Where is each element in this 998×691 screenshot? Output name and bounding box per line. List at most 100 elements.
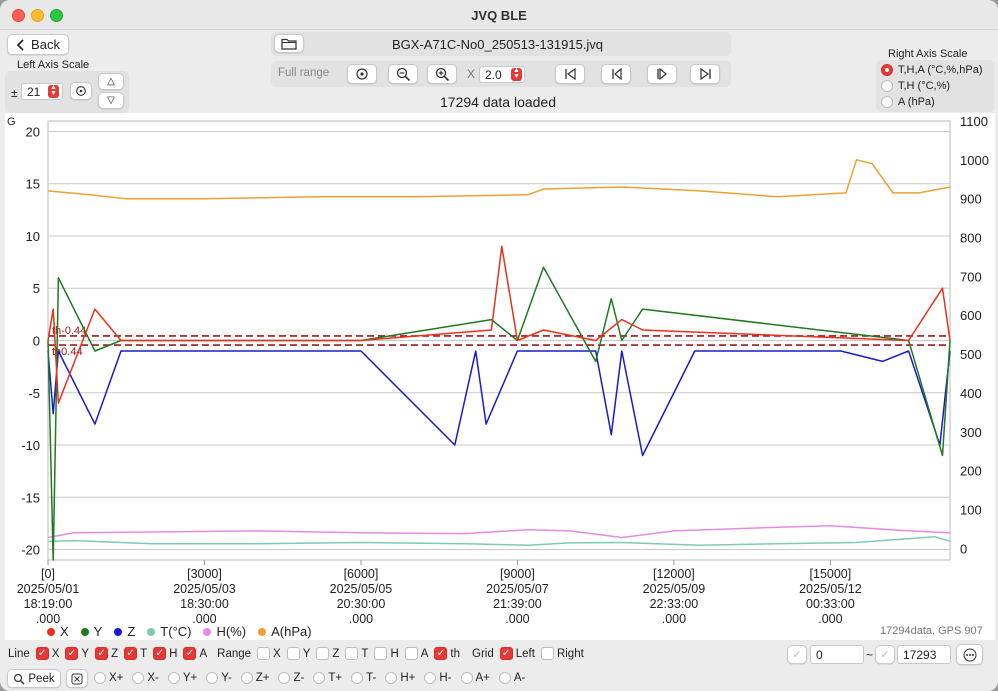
legend-label: A(hPa): [271, 624, 312, 639]
checkbox-right[interactable]: [540, 647, 554, 660]
step-forward-icon: [656, 68, 667, 80]
step-back-icon: [611, 68, 622, 80]
right-tick-label: 800: [960, 231, 982, 246]
peek-radio-xplus[interactable]: [94, 672, 106, 684]
checkbox-th[interactable]: ✓: [434, 647, 448, 660]
back-button[interactable]: Back: [7, 34, 69, 55]
apply-from-button[interactable]: ✓: [787, 645, 807, 664]
checkbox-h[interactable]: ✓: [153, 647, 167, 660]
chart-area[interactable]: G 20 15 10 5 0 -5 -10 -15 -20 1100 1000 900 800 700 600…: [5, 113, 995, 640]
right-axis-option-th[interactable]: T,H (°C,%): [881, 80, 950, 92]
first-button[interactable]: [555, 64, 585, 84]
checkbox-y[interactable]: [286, 647, 300, 660]
right-axis-option-tha[interactable]: T,H,A (°C,%,hPa): [881, 64, 982, 76]
x-tick-label: 2025/05/05: [330, 582, 393, 596]
checkbox-z[interactable]: [316, 647, 330, 660]
right-axis-option-a[interactable]: A (hPa): [881, 96, 935, 108]
peek-radio-xminus[interactable]: [132, 672, 145, 684]
checkbox-t[interactable]: ✓: [124, 647, 138, 660]
x-tick-label: [0]: [41, 567, 55, 581]
full-range-button[interactable]: Full range: [278, 67, 329, 79]
peek-radio-yplus[interactable]: [167, 672, 180, 684]
right-tick-label: 700: [960, 269, 982, 284]
right-tick-label: 400: [960, 386, 982, 401]
checkbox-a[interactable]: [404, 647, 418, 660]
checkbox-label: T: [140, 647, 148, 660]
peek-radio-zplus[interactable]: [240, 672, 253, 684]
peek-label: Peek: [28, 672, 55, 685]
legend-item-a: A(hPa): [258, 624, 312, 639]
line-label: Line: [8, 647, 30, 660]
checkbox-left[interactable]: ✓: [499, 647, 513, 660]
reset-view-button[interactable]: [347, 64, 377, 84]
sensor-chart[interactable]: G20151050-5-10-15-2011001000900800700600…: [5, 113, 995, 640]
x-tick-label: 18:19:00: [24, 597, 73, 611]
skip-first-icon: [564, 68, 576, 80]
left-axis-up-button[interactable]: △: [98, 73, 124, 90]
peek-radio-aplus[interactable]: [460, 672, 473, 684]
zoom-in-button[interactable]: [427, 64, 457, 84]
radio-button[interactable]: [881, 80, 893, 92]
up-arrow-icon: △: [107, 76, 115, 87]
open-file-button[interactable]: [274, 34, 304, 53]
apply-to-button[interactable]: ✓: [875, 645, 895, 664]
left-tick-label: -20: [21, 543, 40, 558]
left-axis-reset-button[interactable]: [70, 82, 92, 100]
line-checkboxes: ✓ X ✓ Y ✓ Z ✓ T ✓ H ✓ A: [30, 647, 207, 660]
zoom-x-stepper[interactable]: ▲ ▼: [511, 67, 522, 81]
checkbox-y[interactable]: ✓: [65, 647, 79, 660]
peek-radio-hplus[interactable]: [385, 672, 398, 684]
range-from-field[interactable]: 0: [810, 645, 864, 664]
x-tick-label: 2025/05/03: [173, 582, 236, 596]
left-axis-down-button[interactable]: ▽: [98, 92, 124, 109]
left-axis-stepper[interactable]: ▲ ▼: [48, 84, 59, 98]
radio-button[interactable]: [881, 64, 893, 76]
legend-dot: [147, 627, 156, 636]
checkbox-t[interactable]: [345, 647, 359, 660]
last-button[interactable]: [690, 64, 720, 84]
next-button[interactable]: [647, 64, 677, 84]
right-tick-label: 1000: [960, 153, 989, 168]
peek-option-label: Y-: [221, 672, 232, 684]
peek-radio-zminus[interactable]: [278, 672, 291, 684]
left-axis-scale-value: 21: [27, 84, 41, 99]
legend-dot: [80, 627, 89, 636]
magnifier-icon: [14, 673, 25, 684]
right-tick-label: 0: [960, 541, 967, 556]
zoom-x-value: 2.0: [485, 67, 502, 82]
series-line-a: [47, 159, 951, 200]
peek-radio-tplus[interactable]: [313, 672, 326, 684]
skip-last-icon: [699, 68, 711, 80]
radio-button[interactable]: [881, 96, 893, 108]
peek-option-label: H+: [400, 672, 416, 684]
checkbox-x[interactable]: ✓: [35, 647, 49, 660]
x-tick-label: 18:30:00: [180, 597, 229, 611]
checkbox-x[interactable]: [257, 647, 271, 660]
previous-button[interactable]: [601, 64, 631, 84]
checkbox-label: A: [420, 647, 429, 660]
checkbox-label: A: [199, 647, 208, 660]
zoom-out-button[interactable]: [388, 64, 418, 84]
peek-radio-tminus[interactable]: [351, 672, 364, 684]
checkbox-z[interactable]: ✓: [95, 647, 109, 660]
peek-radio-hminus[interactable]: [424, 672, 437, 684]
chart-legend: X Y Z T(°C) H(%) A(hPa): [47, 624, 324, 639]
checkbox-h[interactable]: [374, 647, 388, 660]
peek-option-label: Y+: [182, 672, 198, 684]
right-tick-label: 100: [960, 502, 982, 517]
peek-button[interactable]: Peek: [7, 669, 61, 688]
clear-button[interactable]: [66, 669, 88, 688]
more-button[interactable]: [956, 644, 983, 665]
checkbox-label: Z: [111, 647, 119, 660]
status-text: 17294 data loaded: [440, 94, 556, 110]
left-axis-unit: G: [7, 116, 16, 128]
left-axis-title: Left Axis Scale: [17, 59, 90, 71]
right-tick-label: 300: [960, 425, 982, 440]
left-tick-label: -10: [21, 438, 40, 453]
left-tick-label: 20: [26, 124, 40, 139]
range-to-field[interactable]: 17293: [897, 645, 951, 664]
series-line-h: [47, 525, 951, 539]
peek-radio-aminus[interactable]: [498, 672, 511, 684]
peek-radio-yminus[interactable]: [206, 672, 219, 684]
checkbox-a[interactable]: ✓: [183, 647, 197, 660]
